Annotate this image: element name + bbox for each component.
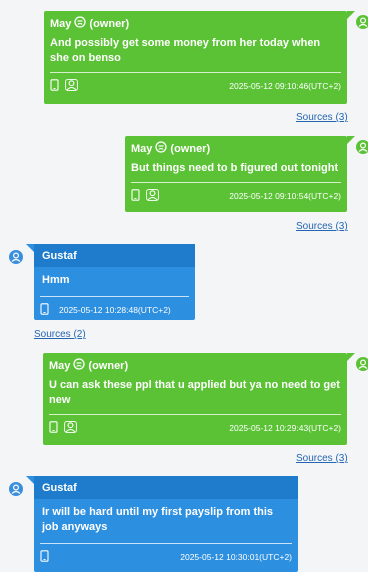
bubble-tail <box>347 136 355 144</box>
bubble-tail <box>347 11 355 19</box>
message-header: May (owner) <box>43 353 347 376</box>
bubble-tail <box>26 244 34 252</box>
user-avatar-icon <box>356 357 368 371</box>
message-text: And possibly get some money from her tod… <box>50 37 321 64</box>
user-avatar-icon <box>9 482 23 496</box>
participants-icon[interactable] <box>146 189 159 203</box>
sender-name: Gustaf <box>42 482 77 494</box>
user-avatar-icon <box>9 250 23 264</box>
message-bubble-outgoing[interactable]: May (owner) And possibly get some money … <box>44 11 347 104</box>
sender-role: (owner) <box>88 359 129 372</box>
sad-emoji-icon <box>73 358 86 373</box>
message-header: May (owner) <box>44 11 347 34</box>
message-header: Gustaf <box>34 476 298 499</box>
message-footer: 2025-05-12 09:10:54(UTC+2) <box>125 183 347 208</box>
sources-link[interactable]: Sources (3) <box>296 112 348 123</box>
sad-emoji-icon <box>155 141 168 156</box>
timestamp: 2025-05-12 09:10:54(UTC+2) <box>229 191 341 201</box>
message-text: Ir will be hard until my first payslip f… <box>42 506 274 533</box>
sender-role: (owner) <box>170 142 211 155</box>
message-text: U can ask these ppl that u applied but y… <box>49 379 340 406</box>
phone-icon <box>40 303 49 317</box>
message-header: May (owner) <box>125 136 347 159</box>
sad-emoji-icon <box>74 16 87 31</box>
participants-icon[interactable] <box>65 79 78 93</box>
sender-name: May <box>50 17 72 30</box>
message-footer: 2025-05-12 10:29:43(UTC+2) <box>43 415 347 440</box>
phone-icon <box>131 189 140 203</box>
timestamp: 2025-05-12 10:30:01(UTC+2) <box>180 552 292 562</box>
sender-name: Gustaf <box>42 250 77 262</box>
message-header: Gustaf <box>34 244 195 267</box>
timestamp: 2025-05-12 10:29:43(UTC+2) <box>229 423 341 433</box>
sender-role: (owner) <box>89 17 130 30</box>
user-avatar-icon <box>356 15 368 29</box>
message-text: But things need to b figured out tonight <box>131 162 339 174</box>
message-footer: 2025-05-12 10:30:01(UTC+2) <box>34 544 298 569</box>
timestamp: 2025-05-12 10:28:48(UTC+2) <box>59 305 171 315</box>
sender-name: May <box>49 359 71 372</box>
user-avatar-icon <box>356 140 368 154</box>
message-footer: 2025-05-12 10:28:48(UTC+2) <box>34 297 195 322</box>
message-text: Hmm <box>42 274 70 286</box>
message-bubble-incoming[interactable]: Gustaf Ir will be hard until my first pa… <box>34 476 298 572</box>
phone-icon <box>50 79 59 93</box>
sender-name: May <box>131 142 153 155</box>
sources-link[interactable]: Sources (3) <box>296 221 348 232</box>
bubble-tail <box>26 476 34 484</box>
sources-link[interactable]: Sources (3) <box>296 453 348 464</box>
bubble-tail <box>347 353 355 361</box>
phone-icon <box>49 421 58 435</box>
message-footer: 2025-05-12 09:10:46(UTC+2) <box>44 73 347 98</box>
sources-link[interactable]: Sources (2) <box>34 329 86 340</box>
phone-icon <box>40 550 49 564</box>
message-bubble-outgoing[interactable]: May (owner) But things need to b figured… <box>125 136 347 212</box>
message-bubble-outgoing[interactable]: May (owner) U can ask these ppl that u a… <box>43 353 347 445</box>
message-bubble-incoming[interactable]: Gustaf Hmm 2025-05-12 10:28:48(UTC+2) <box>34 244 195 320</box>
timestamp: 2025-05-12 09:10:46(UTC+2) <box>229 81 341 91</box>
participants-icon[interactable] <box>64 421 77 435</box>
